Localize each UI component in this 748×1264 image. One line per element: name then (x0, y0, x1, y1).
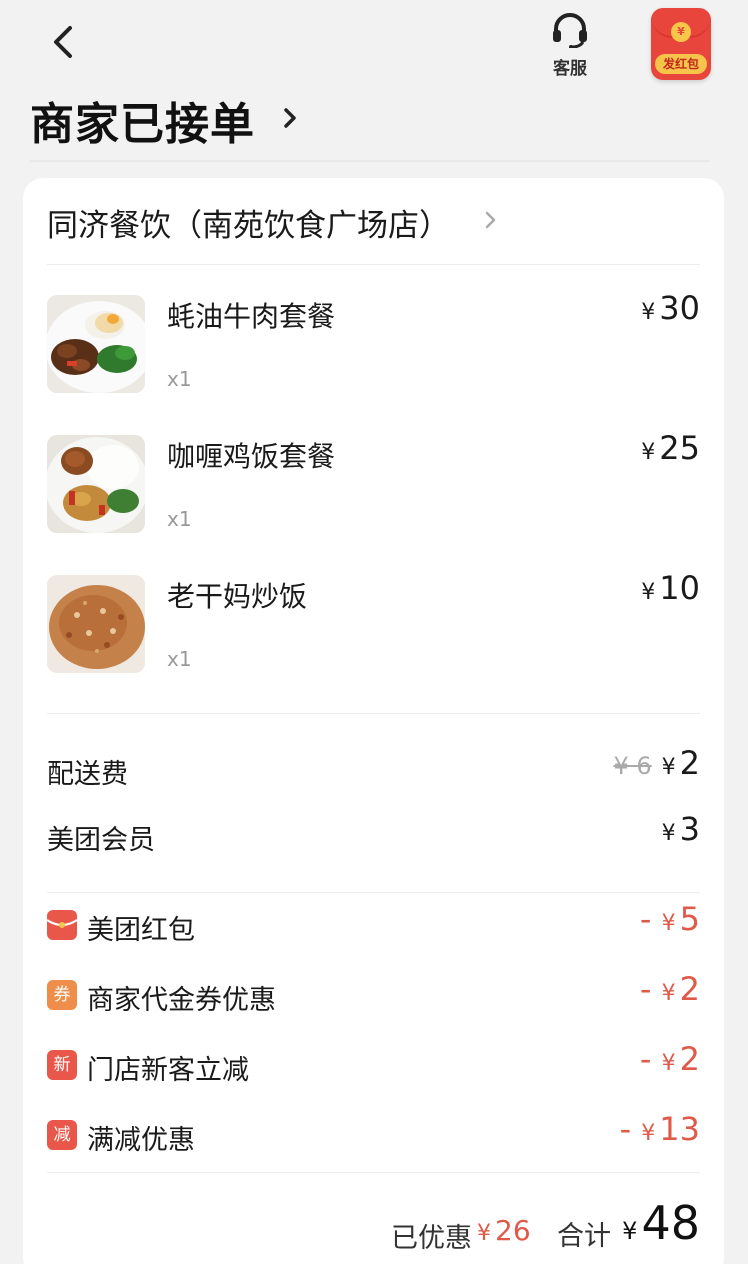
full-reduction-icon: 减 (47, 1120, 77, 1150)
currency-symbol: ¥ (661, 981, 676, 1006)
order-item: 咖喱鸡饭套餐 x1 ¥25 (47, 429, 700, 535)
discount-amount: - ¥13 (620, 1110, 700, 1148)
customer-service-button[interactable]: 客服 (540, 12, 600, 79)
member-fee-value: ¥3 (662, 810, 700, 848)
item-price: ¥25 (641, 429, 700, 467)
item-price-value: 25 (659, 429, 700, 467)
discount-prefix: - (639, 900, 662, 938)
send-redpacket-button[interactable]: ¥ 发红包 (651, 8, 711, 80)
food-image (47, 435, 145, 533)
currency-symbol: ¥ (641, 580, 656, 605)
total-amount: ¥48 (622, 1196, 700, 1250)
delivery-fee-row: 配送费 ¥ 6 ¥2 (47, 744, 700, 792)
chevron-left-icon (54, 26, 72, 58)
divider (47, 713, 700, 714)
delivery-fee-price: 2 (679, 744, 700, 782)
saved-value: 26 (495, 1214, 531, 1247)
currency-symbol: ¥ (477, 1221, 491, 1246)
discount-row: 美团红包 - ¥5 (46, 900, 700, 948)
item-price: ¥30 (641, 289, 700, 327)
back-button[interactable] (44, 20, 84, 64)
redpacket-icon (46, 910, 78, 940)
currency-symbol: ¥ (641, 440, 656, 465)
discount-value: 5 (679, 900, 700, 938)
discount-prefix: - (639, 1040, 662, 1078)
total-label: 合计 (557, 1221, 611, 1252)
currency-symbol: ¥ (661, 755, 676, 780)
chevron-right-icon[interactable] (280, 104, 300, 132)
food-image (47, 295, 145, 393)
discount-label: 满减优惠 (87, 1125, 195, 1156)
item-price: ¥10 (641, 569, 700, 607)
currency-symbol: ¥ (661, 821, 676, 846)
discount-row: 券 商家代金券优惠 - ¥2 (47, 970, 700, 1018)
delivery-fee-label: 配送费 (47, 759, 128, 790)
food-image (47, 575, 145, 673)
total-value: 48 (641, 1196, 700, 1250)
discount-value: 2 (679, 970, 700, 1008)
header-divider (30, 160, 710, 162)
new-customer-icon: 新 (47, 1050, 77, 1080)
discount-row: 减 满减优惠 - ¥13 (47, 1110, 700, 1158)
headset-icon (553, 13, 587, 49)
saved-amount: ¥26 (477, 1214, 531, 1247)
send-redpacket-label: 发红包 (655, 54, 707, 74)
discount-prefix: - (639, 970, 662, 1008)
discount-value: 2 (679, 1040, 700, 1078)
discount-label: 美团红包 (87, 915, 195, 946)
item-qty: x1 (167, 367, 192, 391)
order-item: 老干妈炒饭 x1 ¥10 (47, 569, 700, 675)
discount-amount: - ¥5 (640, 900, 700, 938)
item-price-value: 30 (659, 289, 700, 327)
shop-name[interactable]: 同济餐饮（南苑饮食广场店） (47, 200, 450, 245)
divider (47, 1172, 700, 1173)
discount-row: 新 门店新客立减 - ¥2 (47, 1040, 700, 1088)
member-fee-label: 美团会员 (47, 825, 155, 856)
top-bar: 客服 ¥ 发红包 (0, 0, 748, 90)
customer-service-label: 客服 (553, 59, 587, 79)
item-qty: x1 (167, 647, 192, 671)
order-card: 同济餐饮（南苑饮食广场店） 蚝油牛肉套餐 x1 ¥30 咖喱鸡饭套餐 x1 ¥ … (23, 178, 724, 1264)
member-fee-price: 3 (679, 810, 700, 848)
order-item: 蚝油牛肉套餐 x1 ¥30 (47, 289, 700, 395)
coupon-icon: 券 (47, 980, 77, 1010)
item-qty: x1 (167, 507, 192, 531)
discount-label: 门店新客立减 (87, 1055, 249, 1086)
discount-prefix: - (619, 1110, 642, 1148)
saved-label: 已优惠 (391, 1223, 472, 1254)
chevron-right-icon[interactable] (483, 208, 499, 232)
currency-symbol: ¥ (641, 300, 656, 325)
currency-symbol: ¥ (641, 1121, 656, 1146)
order-status-title[interactable]: 商家已接单 (30, 88, 255, 152)
divider (47, 264, 700, 265)
order-total: 已优惠 ¥26 合计 ¥48 (47, 1196, 700, 1256)
delivery-fee-original: ¥ 6 (613, 752, 652, 780)
delivery-fee-value: ¥ 6 ¥2 (613, 744, 700, 782)
discount-amount: - ¥2 (640, 1040, 700, 1078)
currency-symbol: ¥ (661, 911, 676, 936)
discount-value: 13 (659, 1110, 700, 1148)
item-name: 老干妈炒饭 (167, 580, 308, 613)
coin-icon: ¥ (671, 22, 691, 42)
currency-symbol: ¥ (661, 1051, 676, 1076)
discount-label: 商家代金券优惠 (87, 985, 276, 1016)
currency-symbol: ¥ (622, 1217, 638, 1245)
discount-amount: - ¥2 (640, 970, 700, 1008)
item-name: 蚝油牛肉套餐 (167, 300, 336, 333)
item-price-value: 10 (659, 569, 700, 607)
item-name: 咖喱鸡饭套餐 (167, 440, 336, 473)
divider (47, 892, 700, 893)
member-fee-row: 美团会员 ¥3 (47, 810, 700, 858)
